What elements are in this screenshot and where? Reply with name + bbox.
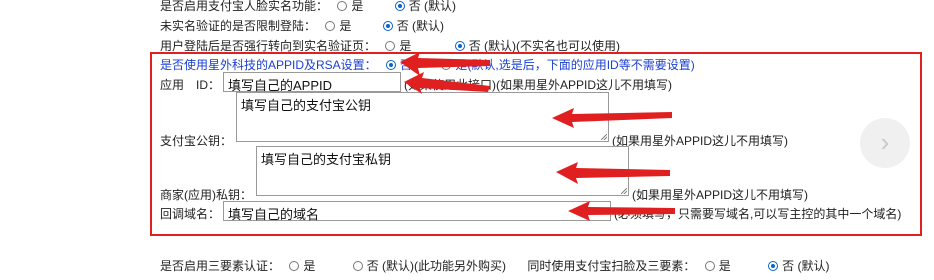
radio-label: 是 — [718, 259, 731, 273]
radio-label: 是 — [303, 259, 316, 273]
row-label: 是否启用三要素认证： — [160, 259, 281, 273]
chevron-right-icon: › — [880, 127, 890, 157]
radio-label: 否 (默认)(此功能另外购买) — [366, 259, 507, 273]
annotation-arrows — [400, 52, 675, 221]
arrow-to-callback — [568, 201, 675, 221]
arrow-to-no-radio — [400, 52, 490, 76]
radio-label: 否 (默认) — [782, 259, 830, 273]
radio-no-2[interactable] — [768, 261, 779, 271]
radio-yes-2[interactable] — [704, 261, 715, 271]
arrow-to-appid — [404, 72, 490, 94]
next-slide-button[interactable]: › — [860, 118, 910, 168]
arrow-to-privkey — [556, 162, 670, 184]
three-factor-row: 是否启用三要素认证： 是 否 (默认)(此功能另外购买) 同时使用支付宝扫脸及三… — [160, 257, 829, 274]
radio-no[interactable] — [352, 261, 363, 271]
arrow-to-pubkey — [552, 108, 672, 128]
radio-yes[interactable] — [289, 261, 300, 271]
row-label-2: 同时使用支付宝扫脸及三要素： — [527, 259, 696, 273]
